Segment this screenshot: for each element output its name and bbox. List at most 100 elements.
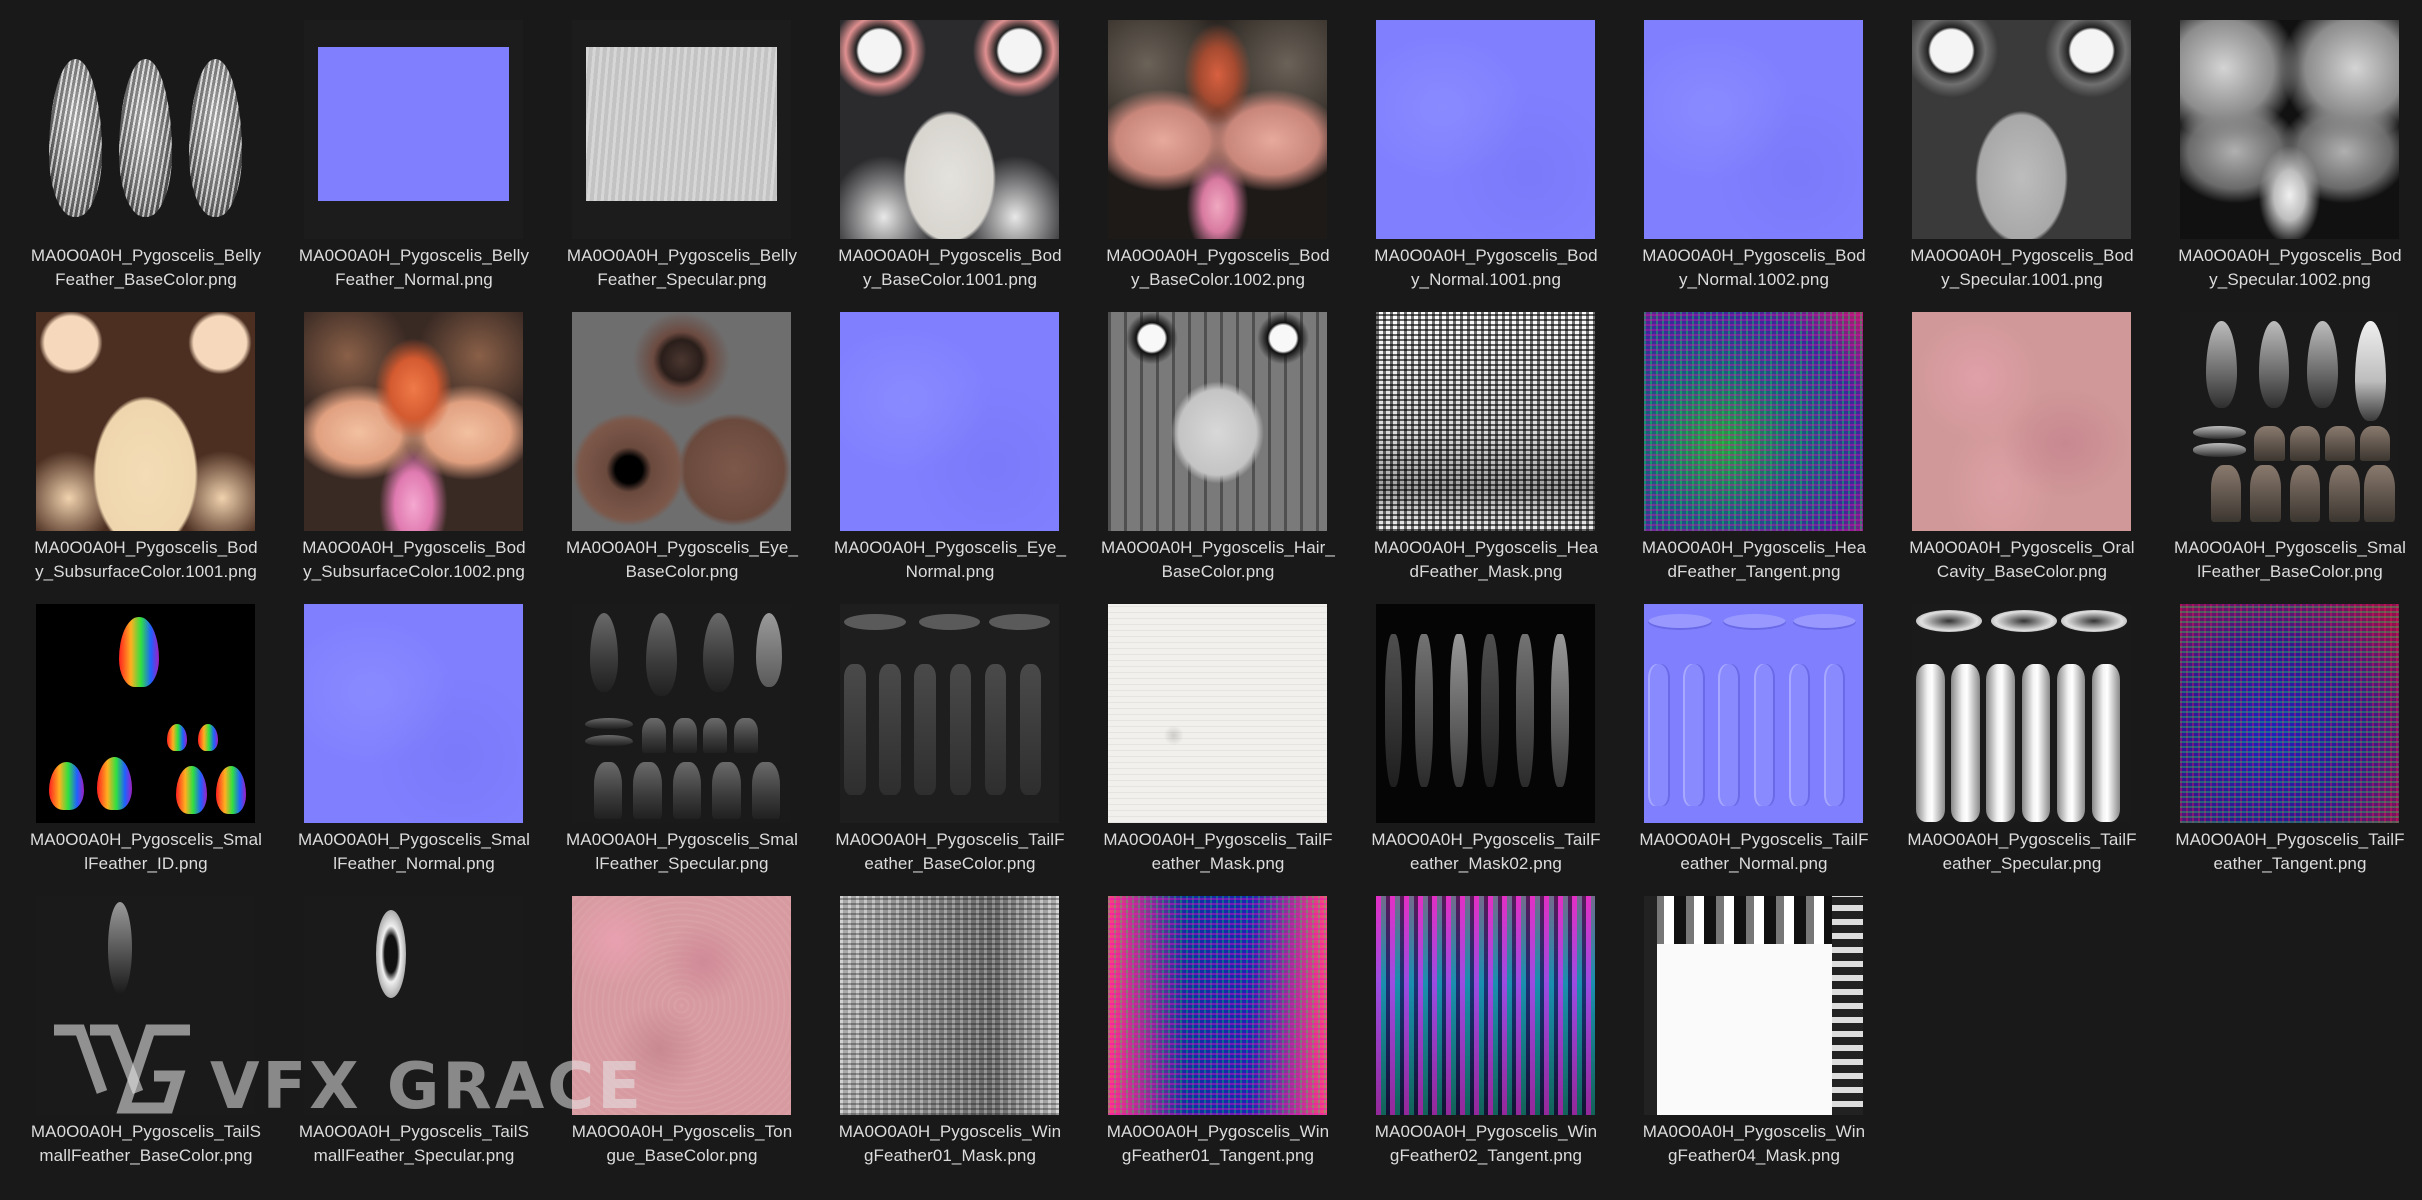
tail-small-feather-specular-thumbnail[interactable] [304,896,523,1115]
file-item[interactable]: MA0O0A0H_Pygoscelis_Bod y_Normal.1002.png [1620,12,1888,294]
wing-feather04-mask-thumbnail[interactable] [1644,896,1863,1115]
tail-feather-mask-thumbnail[interactable] [1108,604,1327,823]
file-name-label: MA0O0A0H_Pygoscelis_Win gFeather01_Mask.p… [816,1120,1084,1168]
file-item[interactable]: MA0O0A0H_Pygoscelis_Smal lFeather_ID.png [12,596,280,878]
wing-feather01-tangent-thumbnail[interactable] [1108,896,1327,1115]
head-feather-mask-thumbnail[interactable] [1376,312,1595,531]
file-item[interactable]: MA0O0A0H_Pygoscelis_TailF eather_Specular… [1888,596,2156,878]
file-item[interactable]: MA0O0A0H_Pygoscelis_Smal lFeather_BaseCol… [2156,304,2422,586]
body-subsurface-1001-thumbnail[interactable] [36,312,255,531]
file-item[interactable]: MA0O0A0H_Pygoscelis_TailF eather_Mask.png [1084,596,1352,878]
file-item[interactable]: MA0O0A0H_Pygoscelis_Bod y_SubsurfaceColor… [12,304,280,586]
eye-normal-thumbnail[interactable] [840,312,1059,531]
file-item[interactable]: MA0O0A0H_Pygoscelis_Bod y_SubsurfaceColor… [280,304,548,586]
belly-feather-basecolor-thumbnail[interactable] [36,20,255,239]
file-name-line1: MA0O0A0H_Pygoscelis_Smal [2174,538,2406,557]
file-item[interactable]: MA0O0A0H_Pygoscelis_Hair_ BaseColor.png [1084,304,1352,586]
body-normal-1001-thumbnail[interactable] [1376,20,1595,239]
file-name-label: MA0O0A0H_Pygoscelis_Eye_ Normal.png [816,536,1084,584]
tail-feather-mask02-thumbnail[interactable] [1376,604,1595,823]
file-item[interactable]: MA0O0A0H_Pygoscelis_Belly Feather_Specula… [548,12,816,294]
file-name-line2: y_SubsurfaceColor.1001.png [35,562,257,581]
file-name-line1: MA0O0A0H_Pygoscelis_Hair_ [1101,538,1335,557]
file-name-line2: Feather_Normal.png [335,270,493,289]
tail-small-feather-basecolor-thumbnail[interactable] [36,896,255,1115]
file-name-line2: y_Specular.1001.png [1941,270,2103,289]
file-item[interactable]: MA0O0A0H_Pygoscelis_Bod y_Specular.1001.p… [1888,12,2156,294]
file-item[interactable]: MA0O0A0H_Pygoscelis_TailF eather_Mask02.p… [1352,596,1620,878]
tail-feather-tangent-thumbnail[interactable] [2180,604,2399,823]
small-feather-basecolor-thumbnail[interactable] [2180,312,2399,531]
file-name-line1: MA0O0A0H_Pygoscelis_Belly [566,246,798,265]
file-name-line1: MA0O0A0H_Pygoscelis_Eye_ [833,538,1067,557]
small-feather-id-thumbnail[interactable] [36,604,255,823]
file-name-line1: MA0O0A0H_Pygoscelis_Win [838,1122,1062,1141]
file-name-line2: Normal.png [905,562,995,581]
file-name-line2: gFeather01_Mask.png [863,1146,1036,1165]
file-item[interactable]: MA0O0A0H_Pygoscelis_TailF eather_Normal.p… [1620,596,1888,878]
file-name-line1: MA0O0A0H_Pygoscelis_Smal [30,830,262,849]
file-item[interactable]: MA0O0A0H_Pygoscelis_Hea dFeather_Tangent.… [1620,304,1888,586]
file-item[interactable]: MA0O0A0H_Pygoscelis_Win gFeather01_Mask.p… [816,888,1084,1170]
head-feather-tangent-thumbnail[interactable] [1644,312,1863,531]
file-item[interactable]: MA0O0A0H_Pygoscelis_Oral Cavity_BaseColor… [1888,304,2156,586]
tail-feather-normal-thumbnail[interactable] [1644,604,1863,823]
file-item[interactable]: MA0O0A0H_Pygoscelis_Bod y_Specular.1002.p… [2156,12,2422,294]
file-name-label: MA0O0A0H_Pygoscelis_Bod y_BaseColor.1002.… [1084,244,1352,292]
file-name-label: MA0O0A0H_Pygoscelis_Hea dFeather_Mask.png [1352,536,1620,584]
file-name-line1: MA0O0A0H_Pygoscelis_Bod [1642,246,1866,265]
file-item[interactable]: MA0O0A0H_Pygoscelis_Hea dFeather_Mask.png [1352,304,1620,586]
body-subsurface-1002-thumbnail[interactable] [304,312,523,531]
file-item[interactable]: MA0O0A0H_Pygoscelis_Win gFeather02_Tangen… [1352,888,1620,1170]
file-name-line1: MA0O0A0H_Pygoscelis_Oral [1909,538,2135,557]
file-item[interactable]: MA0O0A0H_Pygoscelis_Eye_ BaseColor.png [548,304,816,586]
belly-feather-normal-thumbnail[interactable] [304,20,523,239]
file-name-line1: MA0O0A0H_Pygoscelis_Bod [1374,246,1598,265]
body-specular-1002-thumbnail[interactable] [2180,20,2399,239]
file-item[interactable]: MA0O0A0H_Pygoscelis_Bod y_BaseColor.1002.… [1084,12,1352,294]
wing-feather02-tangent-thumbnail[interactable] [1376,896,1595,1115]
body-basecolor-1002-thumbnail[interactable] [1108,20,1327,239]
file-name-label: MA0O0A0H_Pygoscelis_TailF eather_Mask02.p… [1352,828,1620,876]
file-name-label: MA0O0A0H_Pygoscelis_Bod y_Specular.1002.p… [2156,244,2422,292]
small-feather-specular-thumbnail[interactable] [572,604,791,823]
file-item[interactable]: MA0O0A0H_Pygoscelis_Bod y_Normal.1001.png [1352,12,1620,294]
file-name-line1: MA0O0A0H_Pygoscelis_Smal [298,830,530,849]
tongue-basecolor-thumbnail[interactable] [572,896,791,1115]
small-feather-normal-thumbnail[interactable] [304,604,523,823]
body-specular-1001-thumbnail[interactable] [1912,20,2131,239]
file-item[interactable]: MA0O0A0H_Pygoscelis_Bod y_BaseColor.1001.… [816,12,1084,294]
file-name-line2: mallFeather_Specular.png [313,1146,515,1165]
oral-cavity-basecolor-thumbnail[interactable] [1912,312,2131,531]
tail-feather-basecolor-thumbnail[interactable] [840,604,1059,823]
file-name-line2: eather_Mask02.png [1410,854,1562,873]
file-item[interactable]: MA0O0A0H_Pygoscelis_TailF eather_Tangent.… [2156,596,2422,878]
file-item[interactable]: MA0O0A0H_Pygoscelis_Belly Feather_Normal.… [280,12,548,294]
file-name-label: MA0O0A0H_Pygoscelis_Win gFeather01_Tangen… [1084,1120,1352,1168]
body-basecolor-1001-thumbnail[interactable] [840,20,1059,239]
file-item[interactable]: MA0O0A0H_Pygoscelis_Win gFeather04_Mask.p… [1620,888,1888,1170]
file-name-line1: MA0O0A0H_Pygoscelis_Hea [1373,538,1599,557]
file-item[interactable]: MA0O0A0H_Pygoscelis_TailF eather_BaseColo… [816,596,1084,878]
eye-basecolor-thumbnail[interactable] [572,312,791,531]
file-name-label: MA0O0A0H_Pygoscelis_TailF eather_Normal.p… [1620,828,1888,876]
file-item[interactable]: MA0O0A0H_Pygoscelis_TailS mallFeather_Bas… [12,888,280,1170]
file-name-label: MA0O0A0H_Pygoscelis_TailS mallFeather_Spe… [280,1120,548,1168]
belly-feather-specular-thumbnail[interactable] [572,20,791,239]
file-item[interactable]: MA0O0A0H_Pygoscelis_Win gFeather01_Tangen… [1084,888,1352,1170]
file-item[interactable]: MA0O0A0H_Pygoscelis_TailS mallFeather_Spe… [280,888,548,1170]
file-name-line2: y_SubsurfaceColor.1002.png [303,562,525,581]
file-name-line2: lFeather_ID.png [84,854,208,873]
wing-feather01-mask-thumbnail[interactable] [840,896,1059,1115]
file-item[interactable]: MA0O0A0H_Pygoscelis_Eye_ Normal.png [816,304,1084,586]
file-item[interactable]: MA0O0A0H_Pygoscelis_Smal lFeather_Specula… [548,596,816,878]
body-normal-1002-thumbnail[interactable] [1644,20,1863,239]
file-name-line1: MA0O0A0H_Pygoscelis_Win [1374,1122,1598,1141]
hair-basecolor-thumbnail[interactable] [1108,312,1327,531]
file-item[interactable]: MA0O0A0H_Pygoscelis_Smal lFeather_Normal.… [280,596,548,878]
file-name-label: MA0O0A0H_Pygoscelis_Eye_ BaseColor.png [548,536,816,584]
tail-feather-specular-thumbnail[interactable] [1912,604,2131,823]
file-item[interactable]: MA0O0A0H_Pygoscelis_Ton gue_BaseColor.png [548,888,816,1170]
file-item[interactable]: MA0O0A0H_Pygoscelis_Belly Feather_BaseCol… [12,12,280,294]
file-name-line2: Feather_BaseColor.png [55,270,237,289]
